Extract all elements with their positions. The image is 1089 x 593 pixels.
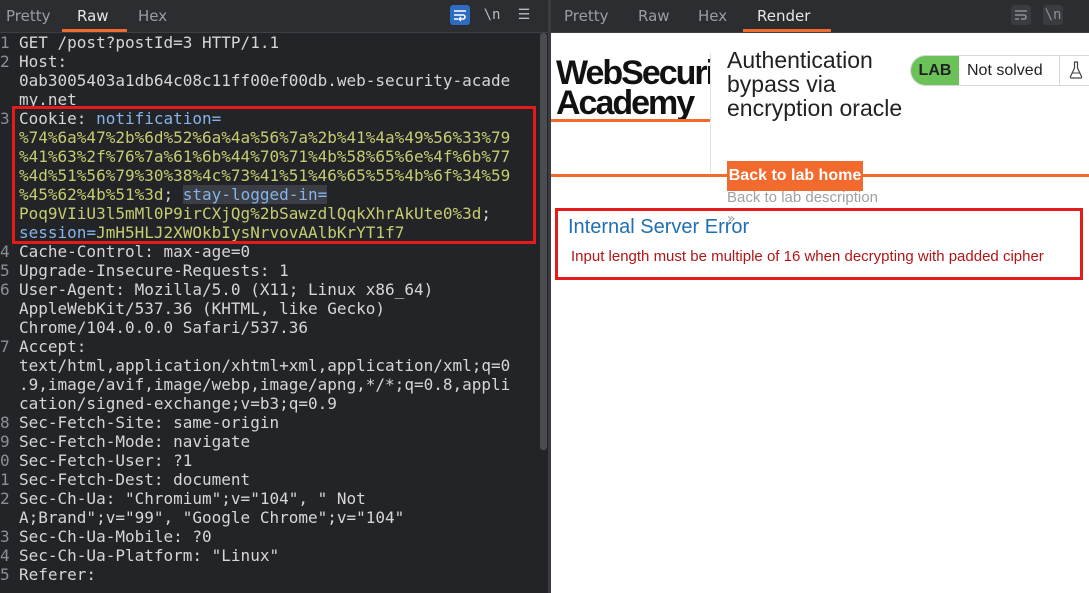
cookie-line: session=JmH5HLJ2XWOkbIysNrvovAAlbKrYT1f7 [19,223,405,242]
cookie-key-notification: notification [96,109,212,128]
header-user-agent: AppleWebKit/537.36 (KHTML, like Gecko) [19,299,386,318]
rendered-response: WebSecurity Academy Authentication bypas… [551,33,1089,593]
line-number: 8 [0,413,10,432]
tab-hex[interactable]: Hex [698,7,727,25]
line-number: 1 [0,33,10,52]
line-number: 4 [0,546,10,565]
newline-icon[interactable]: \n [1043,5,1063,25]
header-upgrade-insecure: Upgrade-Insecure-Requests: 1 [19,261,289,280]
line-number: 6 [0,280,10,299]
cookie-separator: ; [481,204,492,223]
line-number: 3 [0,527,10,546]
cookie-header: Cookie: notification= [19,109,222,128]
header-sec-fetch-user: Sec-Fetch-User: ?1 [19,451,193,470]
menu-icon[interactable]: ☰ [514,5,534,25]
lab-title: Authentication bypass via encryption ora… [727,47,903,121]
cookie-key-session: session [19,223,87,242]
newline-icon[interactable]: \n [482,5,502,25]
header-separator [710,53,711,173]
line-number: 3 [0,109,10,128]
header-referer: Referer: [19,565,97,584]
header-accept: Accept: [19,337,87,356]
cookie-value-stay-logged-in: Poq9VIiU3l5mMl0P9irCXjQg%2bSawzdlQqkXhrA… [19,204,482,223]
cookie-line: %45%62%4b%51%3d; stay-logged-in= [19,185,328,204]
tab-raw[interactable]: Raw [77,7,109,25]
back-to-lab-description-link[interactable]: Back to lab description [727,189,878,206]
header-sec-ch-ua-platform: Sec-Ch-Ua-Platform: "Linux" [19,546,280,565]
header-accept: .9,image/avif,image/webp,image/apng,*/*;… [19,375,511,394]
cookie-value-notification: %45%62%4b%51%3d [19,185,164,204]
cookie-header-name: Cookie: [19,109,87,128]
tab-pretty[interactable]: Pretty [564,7,609,25]
cookie-value-notification: %74%6a%47%2b%6d%52%6a%4a%56%7a%2b%41%4a%… [19,128,511,147]
line-number: 2 [0,489,10,508]
line-number: 9 [0,432,10,451]
host-header-value: my.net [19,90,77,109]
host-header-name: Host: [19,52,68,71]
header-cache-control: Cache-Control: max-age=0 [19,242,251,261]
logo-underline [551,119,711,122]
header-sec-fetch-mode: Sec-Fetch-Mode: navigate [19,432,251,451]
wrap-icon[interactable] [1011,5,1031,25]
error-message: Input length must be multiple of 16 when… [571,248,1044,265]
tab-pretty[interactable]: Pretty [6,7,51,25]
line-number: 1 [0,470,10,489]
vertical-scrollbar[interactable] [540,33,547,450]
cookie-value-session: JmH5HLJ2XWOkbIysNrvovAAlbKrYT1f7 [96,223,405,242]
web-security-academy-logo: WebSecurity Academy [556,53,711,123]
header-user-agent: Chrome/104.0.0.0 Safari/537.36 [19,318,308,337]
header-user-agent: User-Agent: Mozilla/5.0 (X11; Linux x86_… [19,280,434,299]
header-sec-ch-ua: A;Brand";v="99", "Google Chrome";v="104" [19,508,405,527]
lab-status-text: Not solved [967,62,1043,79]
request-pane: Pretty Raw Hex \n ☰ 1 2 3 4 5 6 7 8 9 0 … [0,0,549,593]
cookie-line: Poq9VIiU3l5mMl0P9irCXjQg%2bSawzdlQqkXhrA… [19,204,491,223]
line-number: 5 [0,261,10,280]
flask-icon [1059,56,1089,85]
logo-text-line2: Academy [556,84,695,122]
tab-render[interactable]: Render [757,7,810,25]
header-sec-ch-ua-mobile: Sec-Ch-Ua-Mobile: ?0 [19,527,212,546]
tab-raw[interactable]: Raw [638,7,670,25]
response-pane: Pretty Raw Hex Render \n WebSecurity Aca… [551,0,1089,593]
request-line: GET /post?postId=3 HTTP/1.1 [19,33,280,52]
line-number: 7 [0,337,10,356]
host-header-value: 0ab3005403a1db64c08c11ff00ef00db.web-sec… [19,71,511,90]
line-number: 5 [0,565,10,584]
error-title: Internal Server Error [568,216,750,238]
back-to-lab-home-button[interactable]: Back to lab home [727,161,863,191]
header-sec-fetch-site: Sec-Fetch-Site: same-origin [19,413,280,432]
line-number: 2 [0,52,10,71]
wrap-icon[interactable] [450,5,470,25]
cookie-value-notification: %4d%51%56%79%30%38%4c%73%41%51%46%65%55%… [19,166,511,185]
active-tab-indicator [743,29,831,32]
request-tabbar: Pretty Raw Hex \n ☰ [0,0,549,33]
cookie-value-notification: %41%63%2f%76%7a%61%6b%44%70%71%4b%58%65%… [19,147,511,166]
cookie-key-stay-logged-in: stay-logged-in [182,185,318,204]
lab-badge: LAB [911,56,959,85]
header-sec-ch-ua: Sec-Ch-Ua: "Chromium";v="104", " Not [19,489,366,508]
header-sec-fetch-dest: Sec-Fetch-Dest: document [19,470,251,489]
cookie-separator: ; [163,185,174,204]
request-editor[interactable]: 1 2 3 4 5 6 7 8 9 0 1 2 3 4 5 GET /post?… [0,33,540,593]
response-tabbar: Pretty Raw Hex Render \n [551,0,1089,33]
line-number: 4 [0,242,10,261]
active-tab-indicator [62,29,127,32]
header-accept: cation/signed-exchange;v=b3;q=0.9 [19,394,337,413]
lab-status-widget: LAB Not solved [910,55,1089,86]
header-accept: text/html,application/xhtml+xml,applicat… [19,356,511,375]
tab-hex[interactable]: Hex [138,7,167,25]
line-number: 0 [0,451,10,470]
